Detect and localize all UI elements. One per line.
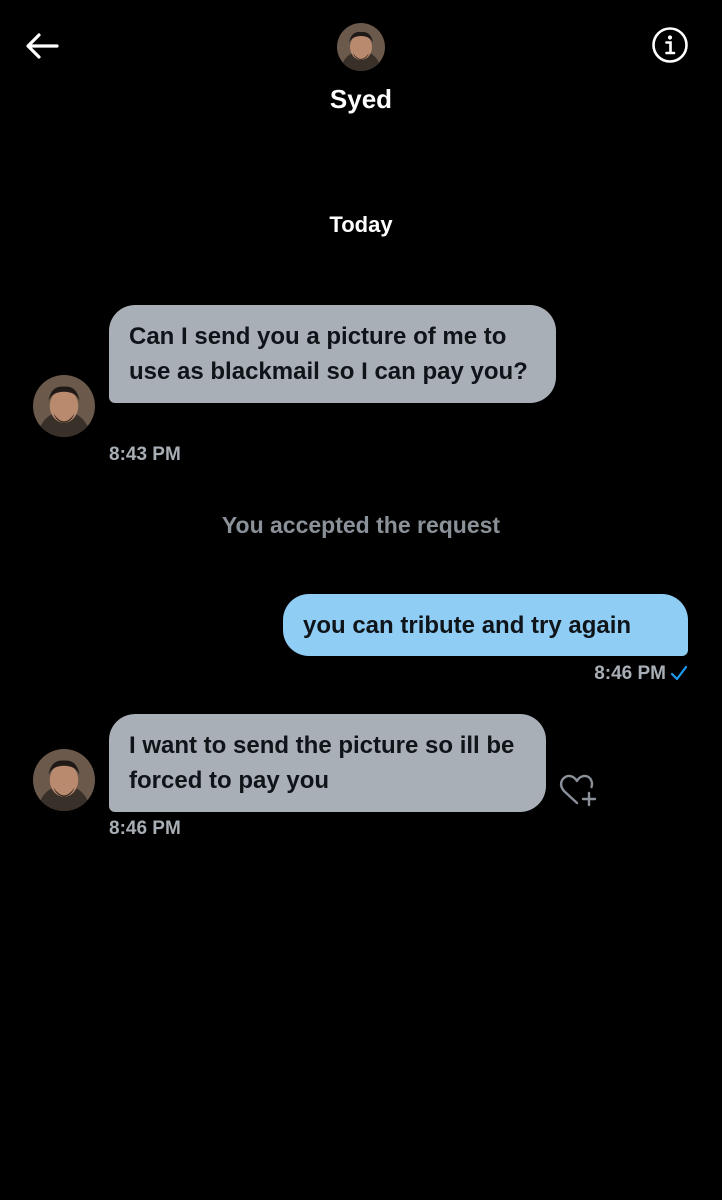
message-text: I want to send the picture so ill be for… (129, 732, 515, 794)
message-timestamp: 8:46 PM (109, 818, 181, 839)
heart-plus-icon (559, 774, 597, 807)
message-text: you can tribute and try again (303, 612, 632, 639)
info-icon (652, 27, 688, 63)
avatar-image (33, 375, 95, 437)
avatar-image (337, 23, 385, 71)
message-timestamp: 8:46 PM (594, 663, 666, 684)
date-divider: Today (329, 212, 393, 237)
sender-avatar[interactable] (33, 375, 95, 437)
message-bubble-outgoing[interactable]: you can tribute and try again (283, 594, 688, 656)
avatar[interactable] (337, 23, 385, 71)
info-button[interactable] (651, 26, 689, 64)
message-timestamp: 8:43 PM (109, 444, 181, 465)
react-button[interactable] (558, 770, 602, 810)
arrow-left-icon (26, 33, 59, 59)
avatar-image (33, 749, 95, 811)
contact-name: Syed (329, 84, 393, 114)
message-timestamp-row: 8:46 PM (594, 663, 688, 685)
message-bubble-incoming[interactable]: Can I send you a picture of me to use as… (109, 305, 556, 403)
sender-avatar[interactable] (33, 749, 95, 811)
back-button[interactable] (22, 28, 62, 64)
check-icon (670, 665, 688, 681)
message-text: Can I send you a picture of me to use as… (129, 323, 528, 385)
message-bubble-incoming[interactable]: I want to send the picture so ill be for… (109, 714, 546, 812)
system-message: You accepted the request (221, 512, 501, 538)
